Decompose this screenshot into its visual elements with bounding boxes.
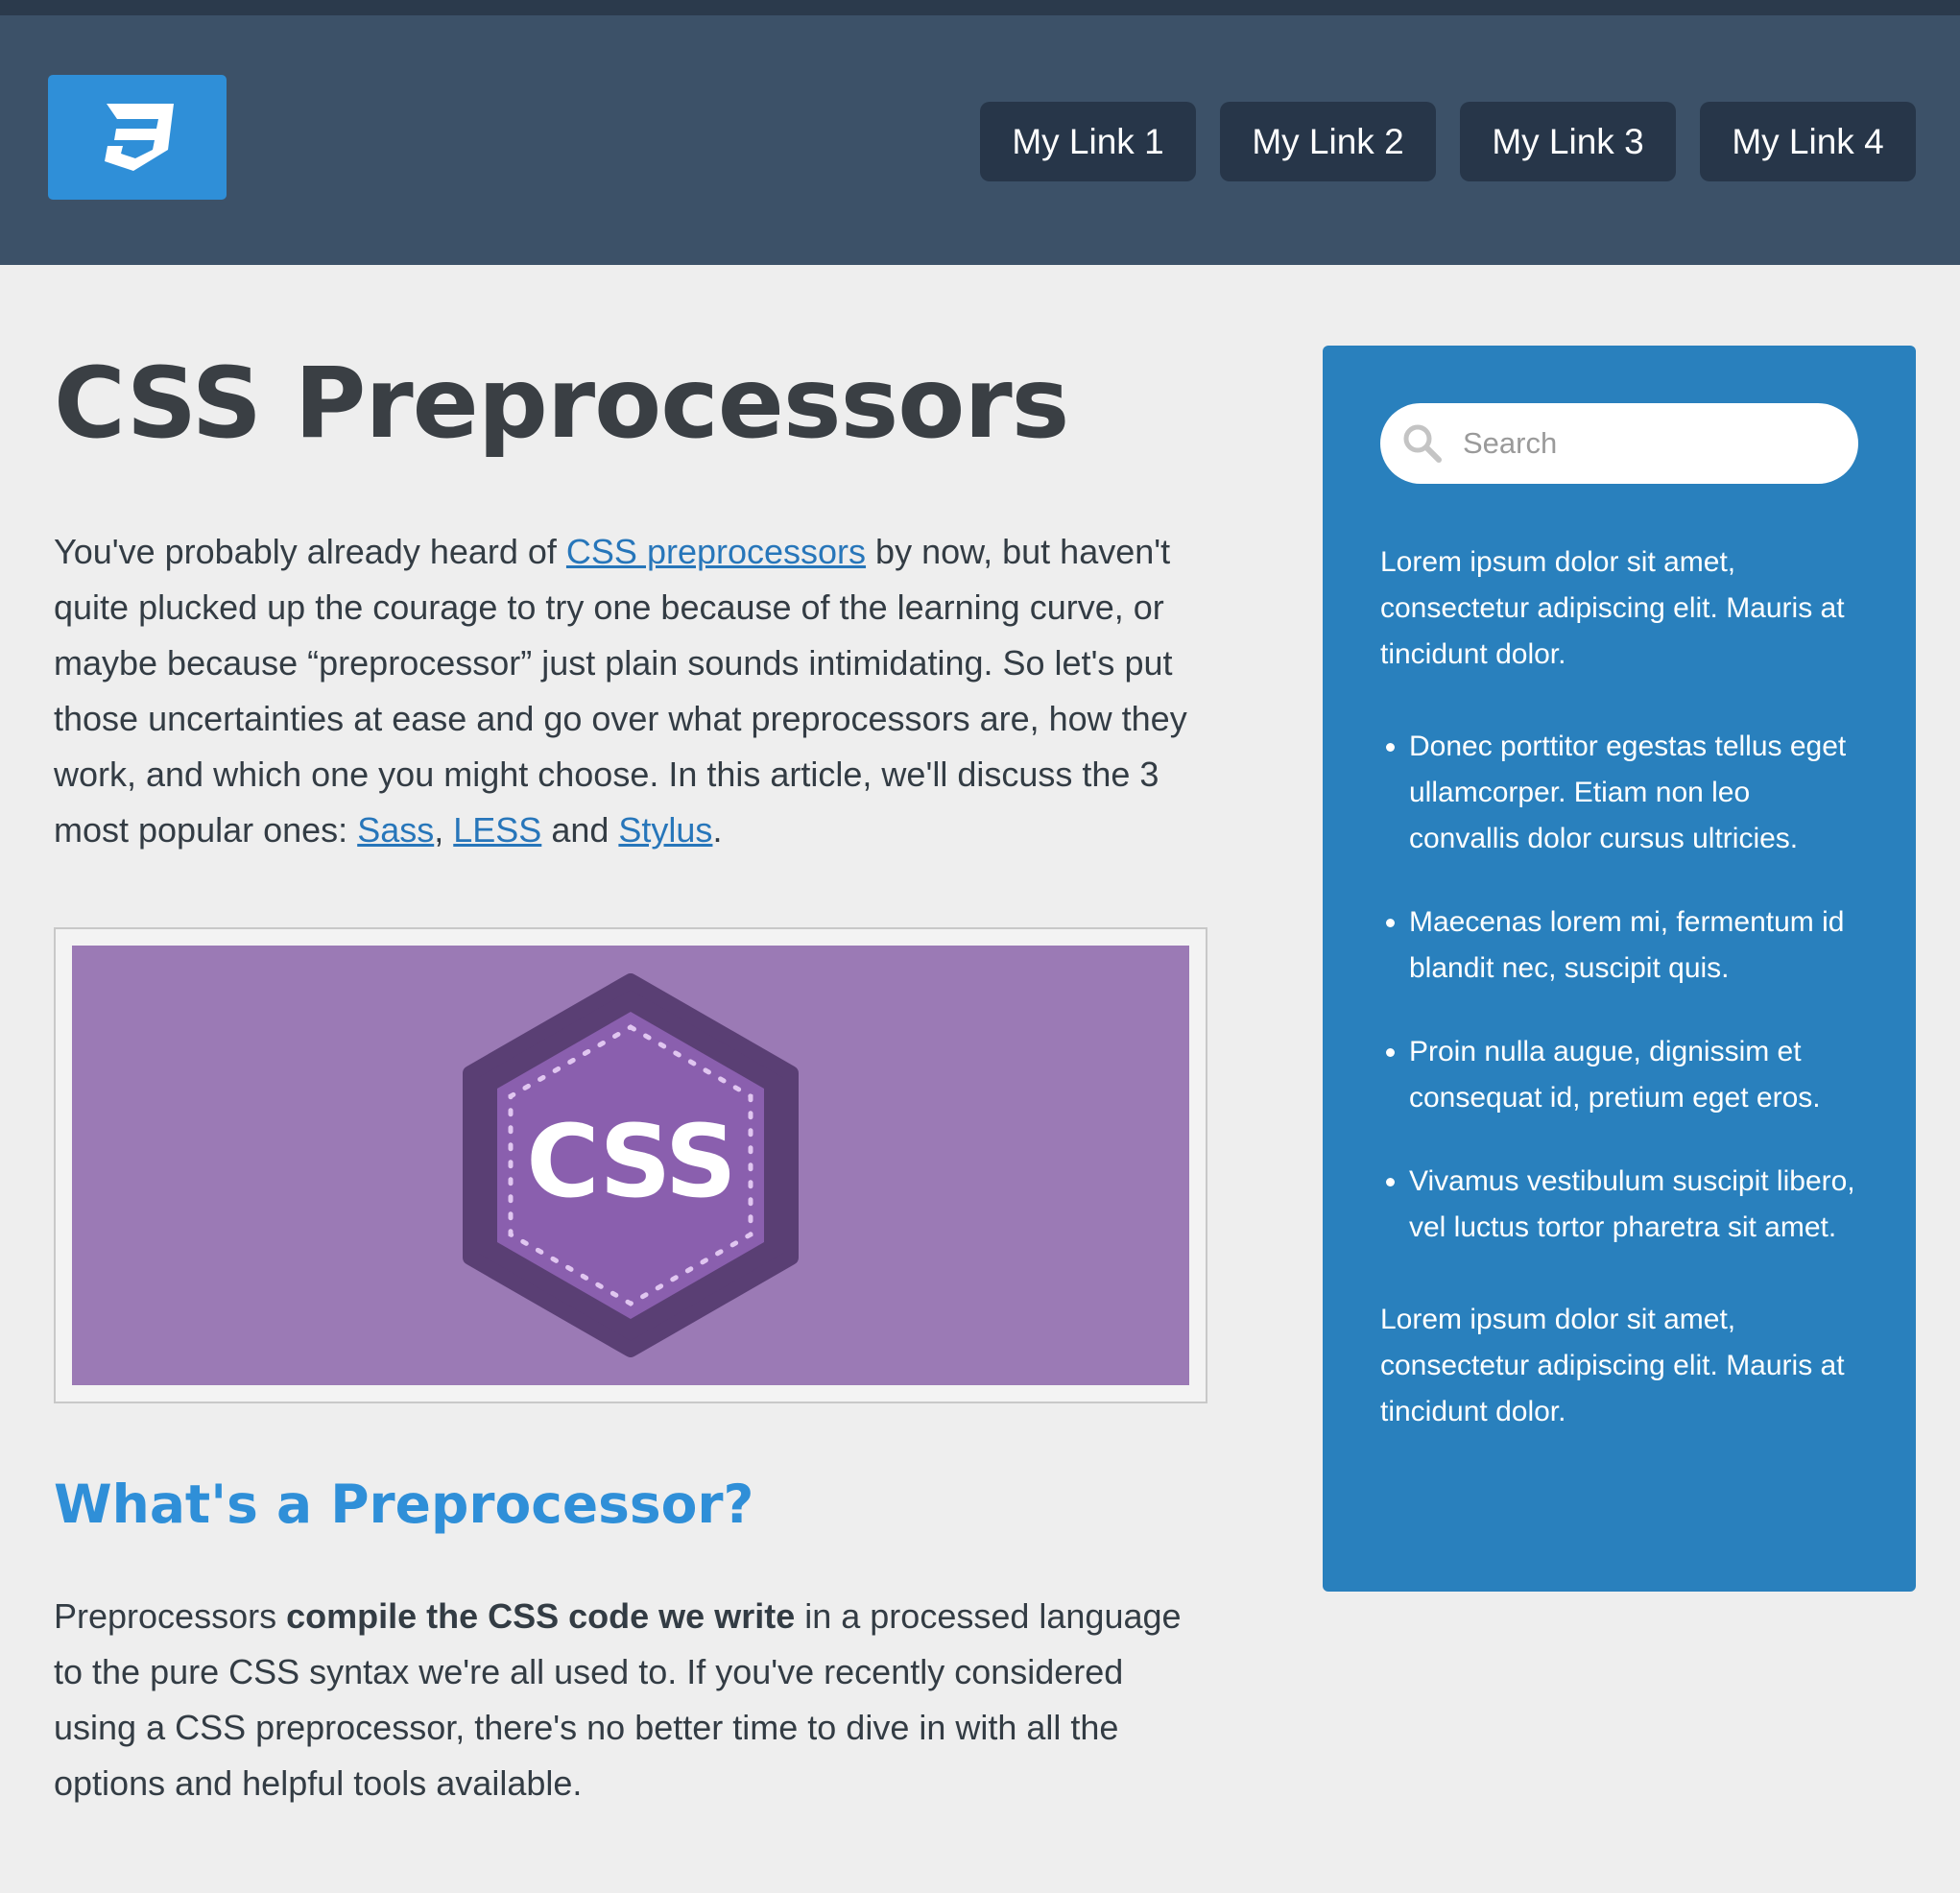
section-heading: What's a Preprocessor? [54, 1474, 754, 1535]
intro-text: . [712, 810, 723, 850]
css-preprocessors-link[interactable]: CSS preprocessors [566, 532, 866, 571]
intro-text: by now, but haven't quite plucked up the… [54, 532, 1187, 850]
nav-link-1[interactable]: My Link 1 [980, 102, 1196, 181]
sass-link[interactable]: Sass [357, 810, 434, 850]
intro-text: , [434, 810, 454, 850]
sidebar-paragraph: Lorem ipsum dolor sit amet, consectetur … [1380, 546, 1845, 670]
site-header: My Link 1 My Link 2 My Link 3 My Link 4 [0, 15, 1960, 265]
sidebar: Lorem ipsum dolor sit amet, consectetur … [1323, 346, 1916, 1592]
article: CSS Preprocessors You've probably alread… [54, 347, 1207, 1811]
page-title: CSS Preprocessors [54, 347, 1069, 461]
search-box[interactable] [1380, 403, 1858, 484]
intro-text: You've probably already heard of [54, 532, 566, 571]
css-badge-icon: CSS [463, 973, 799, 1357]
main-nav: My Link 1 My Link 2 My Link 3 My Link 4 [980, 102, 1916, 181]
intro-text: and [541, 810, 619, 850]
list-item: Donec porttitor egestas tellus eget ulla… [1409, 724, 1858, 862]
body-paragraph: Preprocessors compile the CSS code we wr… [54, 1589, 1206, 1811]
badge-text: CSS [526, 1103, 734, 1220]
css-banner-image: CSS [72, 946, 1189, 1385]
list-item: Maecenas lorem mi, fermentum id blandit … [1409, 899, 1858, 992]
nav-link-4[interactable]: My Link 4 [1700, 102, 1916, 181]
nav-link-2[interactable]: My Link 2 [1220, 102, 1436, 181]
body-bold-text: compile the CSS code we write [286, 1596, 796, 1636]
list-item: Proin nulla augue, dignissim et consequa… [1409, 1029, 1858, 1121]
intro-paragraph: You've probably already heard of CSS pre… [54, 524, 1206, 858]
body-text: Preprocessors [54, 1596, 287, 1636]
sidebar-list: Donec porttitor egestas tellus eget ulla… [1380, 724, 1858, 1251]
css3-logo-icon [105, 104, 174, 171]
stylus-link[interactable]: Stylus [618, 810, 712, 850]
search-icon [1403, 424, 1442, 463]
sidebar-paragraph: Lorem ipsum dolor sit amet, consectetur … [1380, 1304, 1845, 1427]
list-item: Vivamus vestibulum suscipit libero, vel … [1409, 1159, 1858, 1251]
search-input[interactable] [1461, 425, 1829, 462]
less-link[interactable]: LESS [453, 810, 541, 850]
nav-link-3[interactable]: My Link 3 [1460, 102, 1676, 181]
article-image-frame: CSS [54, 927, 1207, 1403]
site-logo[interactable] [48, 75, 227, 200]
top-strip [0, 0, 1960, 15]
